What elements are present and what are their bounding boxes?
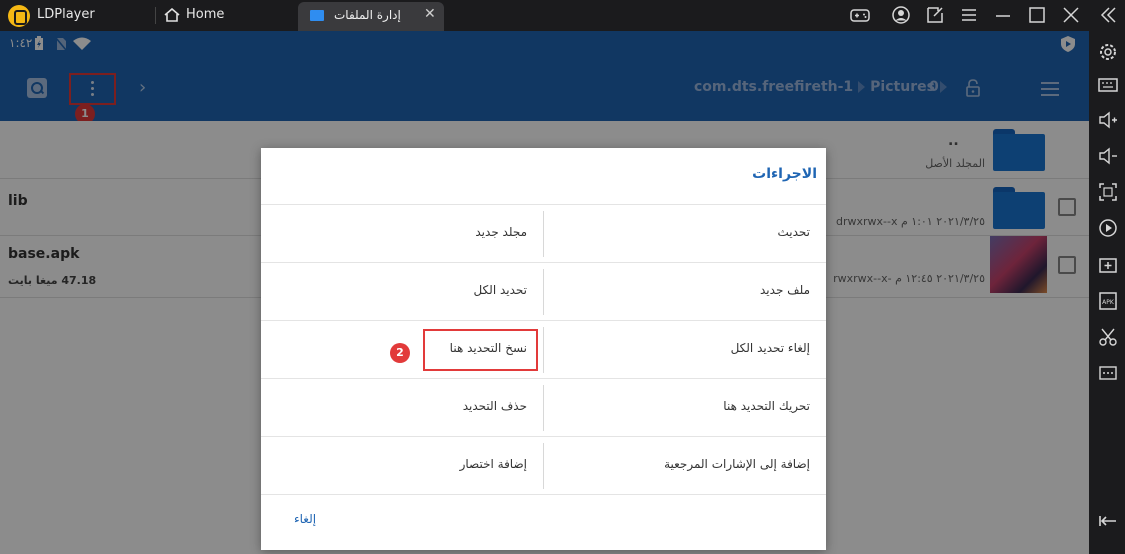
- android-screen: ١:٤٢ › com.dts.freefireth-1 Pictures 0 1…: [0, 31, 1089, 554]
- maximize-icon[interactable]: [1026, 4, 1048, 26]
- add-window-icon[interactable]: [1097, 254, 1119, 276]
- action-label: تحريك التحديد هنا: [723, 399, 810, 413]
- volume-down-icon[interactable]: [1097, 145, 1119, 167]
- tab-home[interactable]: Home: [186, 7, 224, 22]
- keyboard-icon[interactable]: [1097, 74, 1119, 96]
- action-label: مجلد جديد: [475, 225, 527, 239]
- action-deselect-all[interactable]: إلغاء تحديد الكل: [544, 321, 826, 379]
- action-copy-selection-here[interactable]: نسخ التحديد هنا 2: [261, 321, 543, 379]
- ldplayer-logo-icon: [8, 5, 30, 27]
- menu-icon[interactable]: [958, 4, 980, 26]
- home-icon[interactable]: [164, 8, 180, 22]
- action-new-folder[interactable]: مجلد جديد: [261, 205, 543, 263]
- action-refresh[interactable]: تحديث: [544, 205, 826, 263]
- dialog-row: تحريك التحديد هنا حذف التحديد: [261, 378, 826, 436]
- more-icon[interactable]: [1097, 362, 1119, 384]
- divider: [543, 269, 544, 315]
- divider: [543, 327, 544, 373]
- dialog-row: إلغاء تحديد الكل نسخ التحديد هنا 2: [261, 320, 826, 378]
- account-icon[interactable]: [890, 4, 912, 26]
- action-add-shortcut[interactable]: إضافة اختصار: [261, 437, 543, 495]
- record-icon[interactable]: [1097, 217, 1119, 239]
- divider: [543, 385, 544, 431]
- emulator-side-toolbar: APK: [1089, 0, 1125, 554]
- folder-icon: [310, 10, 324, 21]
- action-add-bookmark[interactable]: إضافة إلى الإشارات المرجعية: [544, 437, 826, 495]
- tab-file-manager[interactable]: إدارة الملفات ✕: [298, 2, 444, 31]
- back-icon[interactable]: [1097, 510, 1119, 532]
- fullscreen-icon[interactable]: [1097, 181, 1119, 203]
- scissors-icon[interactable]: [1097, 326, 1119, 348]
- dialog-row: تحديث مجلد جديد: [261, 204, 826, 262]
- gamepad-icon[interactable]: [849, 4, 871, 26]
- action-label: حذف التحديد: [462, 399, 527, 413]
- action-select-all[interactable]: تحديد الكل: [261, 263, 543, 321]
- divider: [155, 7, 156, 24]
- svg-text:APK: APK: [1102, 299, 1115, 306]
- settings-icon[interactable]: [1097, 41, 1119, 63]
- action-label: تحديد الكل: [473, 283, 527, 297]
- action-label: إضافة إلى الإشارات المرجعية: [664, 457, 810, 471]
- divider: [261, 494, 826, 495]
- minimize-icon[interactable]: [992, 4, 1014, 26]
- emulator-title-bar: LDPlayer Home إدارة الملفات ✕: [0, 0, 1125, 31]
- actions-dialog: الاجراءات تحديث مجلد جديد ملف جديد تحديد…: [261, 148, 826, 550]
- app-name: LDPlayer: [37, 7, 95, 22]
- close-tab-icon[interactable]: ✕: [424, 6, 436, 22]
- action-label: إضافة اختصار: [459, 457, 527, 471]
- dialog-row: إضافة إلى الإشارات المرجعية إضافة اختصار: [261, 436, 826, 494]
- action-label: تحديث: [777, 225, 810, 239]
- close-window-icon[interactable]: [1060, 4, 1082, 26]
- divider: [543, 443, 544, 489]
- volume-up-icon[interactable]: [1097, 109, 1119, 131]
- action-new-file[interactable]: ملف جديد: [544, 263, 826, 321]
- action-label: إلغاء تحديد الكل: [730, 341, 810, 355]
- action-delete-selection[interactable]: حذف التحديد: [261, 379, 543, 437]
- action-label: ملف جديد: [760, 283, 810, 297]
- action-move-selection-here[interactable]: تحريك التحديد هنا: [544, 379, 826, 437]
- action-label: نسخ التحديد هنا: [449, 341, 527, 355]
- divider: [543, 211, 544, 257]
- apk-install-icon[interactable]: APK: [1097, 290, 1119, 312]
- dialog-row: ملف جديد تحديد الكل: [261, 262, 826, 320]
- collapse-icon[interactable]: [1097, 4, 1119, 26]
- cancel-button[interactable]: إلغاء: [294, 512, 316, 526]
- window-mode-icon[interactable]: [924, 4, 946, 26]
- step-badge-2: 2: [390, 343, 410, 363]
- dialog-title: الاجراءات: [752, 166, 817, 182]
- tab-file-manager-label: إدارة الملفات: [334, 8, 401, 22]
